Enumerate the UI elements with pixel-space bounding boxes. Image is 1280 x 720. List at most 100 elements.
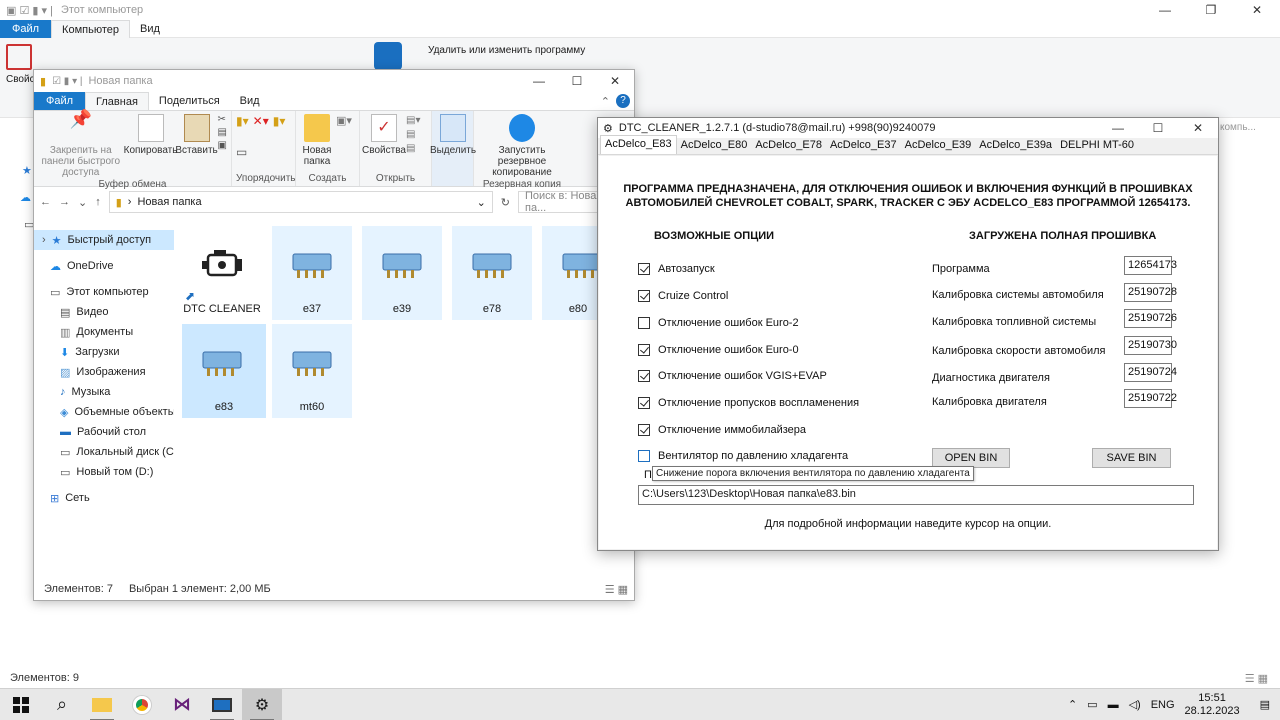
open-bin-button[interactable]: OPEN BIN xyxy=(932,448,1010,468)
checkbox[interactable] xyxy=(638,424,650,436)
dtc-minimize-button[interactable]: — xyxy=(1098,121,1138,135)
copy-to-icon[interactable]: ▮▾ xyxy=(273,114,286,141)
option-cruise-control[interactable]: Cruize Control xyxy=(638,290,728,302)
select-button[interactable]: Выделить xyxy=(430,114,476,172)
checkbox[interactable] xyxy=(638,450,650,462)
taskbar-visual-studio[interactable]: ⋈ xyxy=(162,689,202,720)
file-path-field[interactable]: C:\Users\123\Desktop\Новая папка\e83.bin xyxy=(638,485,1194,505)
firmware-value-speed-calibration[interactable]: 25190730 xyxy=(1124,336,1177,355)
firmware-value-program[interactable]: 12654173 xyxy=(1124,256,1177,275)
move-to-icon[interactable]: ▮▾ xyxy=(236,114,249,141)
option-autostart[interactable]: Автозапуск xyxy=(638,263,715,275)
forward-arrow-icon[interactable]: → xyxy=(59,196,70,208)
copy-button[interactable]: Копировать xyxy=(124,114,177,178)
firmware-value-vehicle-calibration[interactable]: 25190728 xyxy=(1124,283,1177,302)
close-button[interactable]: ✕ xyxy=(1234,3,1280,17)
dtc-close-button[interactable]: ✕ xyxy=(1178,121,1218,135)
checkbox[interactable] xyxy=(638,344,650,356)
paste-shortcut-icon[interactable]: ▣ xyxy=(218,140,227,151)
ribbon-collapse-icon[interactable]: ⌃ xyxy=(601,95,610,108)
minimize-button[interactable]: — xyxy=(1142,3,1188,17)
settings-gear-icon[interactable] xyxy=(374,42,402,70)
recent-dropdown-icon[interactable]: ⌄ xyxy=(78,196,87,209)
explorer-minimize-button[interactable]: — xyxy=(520,74,558,88)
option-misfire[interactable]: Отключение пропусков воспламенения xyxy=(638,397,859,409)
tab-view[interactable]: Вид xyxy=(130,20,170,38)
paste-button[interactable]: Вставить xyxy=(175,114,218,178)
tab-share[interactable]: Поделиться xyxy=(149,92,230,110)
firmware-value-fuel-calibration[interactable]: 25190726 xyxy=(1124,309,1177,328)
clock[interactable]: 15:51 28.12.2023 xyxy=(1185,692,1240,718)
nav-3d-objects[interactable]: ◈ Объемные объекты xyxy=(34,402,174,422)
taskbar-monitor-app[interactable] xyxy=(202,689,242,720)
nav-music[interactable]: ♪ Музыка xyxy=(34,382,174,402)
notifications-icon[interactable]: ▤ xyxy=(1260,698,1270,711)
tab-acdelco-e39[interactable]: AcDelco_E39 xyxy=(901,137,976,154)
nav-network[interactable]: ⊞ Сеть xyxy=(34,488,174,508)
volume-icon[interactable]: ◁) xyxy=(1129,698,1141,711)
properties-button[interactable]: ✓ Свойства xyxy=(362,114,406,172)
pin-button[interactable]: 📌 Закрепить на панели быстрого доступа xyxy=(38,110,124,178)
tab-acdelco-e78[interactable]: AcDelco_E78 xyxy=(751,137,826,154)
option-immobilizer[interactable]: Отключение иммобилайзера xyxy=(638,424,806,436)
nav-this-pc[interactable]: ▭ Этот компьютер xyxy=(34,282,174,302)
new-folder-button[interactable]: Новая папка xyxy=(300,114,334,172)
back-arrow-icon[interactable]: ← xyxy=(40,196,51,208)
tab-acdelco-e37[interactable]: AcDelco_E37 xyxy=(826,137,901,154)
breadcrumb[interactable]: Новая папка xyxy=(137,196,201,208)
search-button[interactable]: ⌕ xyxy=(42,689,82,720)
tab-computer[interactable]: Компьютер xyxy=(51,19,130,38)
tab-acdelco-e39a[interactable]: AcDelco_E39a xyxy=(975,137,1056,154)
up-arrow-icon[interactable]: ↑ xyxy=(95,196,101,208)
nav-downloads[interactable]: ⬇ Загрузки xyxy=(34,342,174,362)
language-indicator[interactable]: ENG xyxy=(1151,699,1175,711)
file-tile[interactable]: ⬈ DTC CLEANER xyxy=(182,226,262,320)
refresh-icon[interactable]: ↻ xyxy=(501,196,510,209)
option-euro2[interactable]: Отключение ошибок Euro-2 xyxy=(638,317,799,329)
explorer-maximize-button[interactable]: ☐ xyxy=(558,74,596,88)
file-tile[interactable]: mt60 xyxy=(272,324,352,418)
maximize-button[interactable]: ❐ xyxy=(1188,3,1234,17)
tab-delphi-mt60[interactable]: DELPHI MT-60 xyxy=(1056,137,1138,154)
address-bar[interactable]: ▮ › Новая папка ⌄ xyxy=(108,191,493,213)
tab-acdelco-e80[interactable]: AcDelco_E80 xyxy=(677,137,752,154)
open-small-icons[interactable]: ▤▾ ▤ ▤ xyxy=(406,114,420,172)
nav-quick-access[interactable]: › ★ Быстрый доступ xyxy=(34,230,174,250)
checkbox[interactable] xyxy=(638,317,650,329)
taskbar-dtc-cleaner[interactable]: ⚙ xyxy=(242,688,282,720)
checkbox[interactable] xyxy=(638,263,650,275)
new-item-icon[interactable]: ▣▾ xyxy=(336,114,352,172)
checkbox[interactable] xyxy=(638,397,650,409)
address-dropdown-icon[interactable]: ⌄ xyxy=(477,196,486,209)
option-euro0[interactable]: Отключение ошибок Euro-0 xyxy=(638,344,799,356)
nav-onedrive[interactable]: ☁ OneDrive xyxy=(34,256,174,276)
tray-chevron-icon[interactable]: ⌃ xyxy=(1068,698,1077,711)
network-icon[interactable]: ▭ xyxy=(1087,698,1097,711)
view-toggle-icons[interactable]: ☰ ▦ xyxy=(1245,672,1268,685)
tab-acdelco-e83[interactable]: AcDelco_E83 xyxy=(600,135,677,154)
checkbox[interactable] xyxy=(638,370,650,382)
file-tile[interactable]: e78 xyxy=(452,226,532,320)
tab-file[interactable]: Файл xyxy=(0,19,52,38)
dtc-maximize-button[interactable]: ☐ xyxy=(1138,121,1178,135)
taskbar-explorer[interactable] xyxy=(82,689,122,720)
option-fan-pressure[interactable]: Вентилятор по давлению хладагента xyxy=(638,450,848,462)
firmware-value-engine-calibration[interactable]: 25190722 xyxy=(1124,389,1177,408)
clipboard-small-icons[interactable]: ✂ ▤ ▣ xyxy=(218,114,227,178)
save-bin-button[interactable]: SAVE BIN xyxy=(1092,448,1171,468)
delete-icon[interactable]: ✕▾ xyxy=(253,114,269,141)
nav-local-disk[interactable]: ▭ Локальный диск (C:) xyxy=(34,442,174,462)
quick-access-toolbar-icons[interactable]: ☑ ▮ ▾ | xyxy=(52,76,82,87)
nav-video[interactable]: ▤ Видео xyxy=(34,302,174,322)
firmware-value-engine-diagnostics[interactable]: 25190724 xyxy=(1124,363,1177,382)
start-button[interactable] xyxy=(0,689,42,720)
help-icon[interactable]: ? xyxy=(616,94,630,108)
option-vgis-evap[interactable]: Отключение ошибок VGIS+EVAP xyxy=(638,370,827,382)
file-tile-selected[interactable]: e83 xyxy=(182,324,266,418)
battery-icon[interactable]: ▬ xyxy=(1108,699,1119,711)
taskbar-chrome[interactable] xyxy=(122,689,162,720)
copy-path-icon[interactable]: ▤ xyxy=(218,127,227,138)
nav-desktop[interactable]: ▬ Рабочий стол xyxy=(34,422,174,442)
nav-new-volume[interactable]: ▭ Новый том (D:) xyxy=(34,462,174,482)
uninstall-program-link[interactable]: Удалить или изменить программу xyxy=(428,45,585,56)
